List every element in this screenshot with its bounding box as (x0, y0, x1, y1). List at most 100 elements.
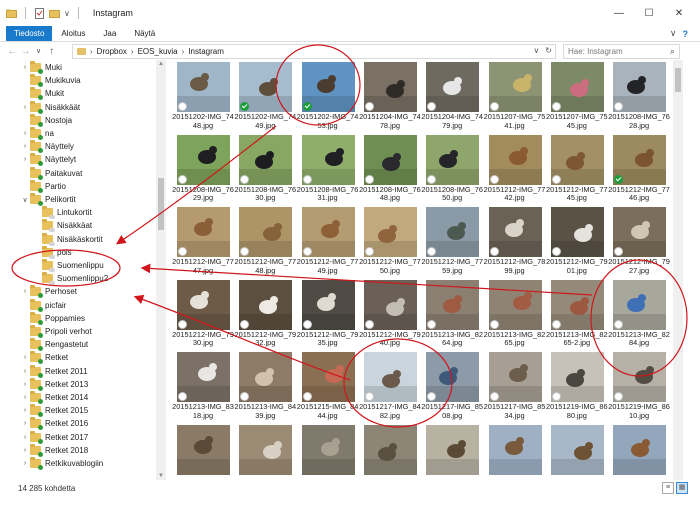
file-tile[interactable] (421, 423, 483, 481)
file-tile[interactable]: 20151212-IMG_77 48.jpg (234, 205, 296, 277)
chevron-right-icon[interactable]: › (20, 407, 30, 414)
file-tile[interactable]: 20151213-IMG_82 65-2.jpg (546, 278, 608, 350)
chevron-right-icon[interactable]: › (20, 143, 30, 150)
nav-item[interactable]: Lintukortit (32, 206, 92, 220)
back-button[interactable]: ← (6, 44, 19, 58)
nav-item[interactable]: › Retket 2013 (20, 377, 88, 391)
file-tile[interactable]: 20151212-IMG_77 47.jpg (172, 205, 234, 277)
file-tile[interactable]: 20151219-IMG_86 80.jpg (546, 350, 608, 422)
nav-item[interactable]: Nisäkkäat (32, 219, 92, 233)
nav-item[interactable]: Suomenlippu (32, 259, 104, 272)
nav-item[interactable]: › Retkikuvablogiin (20, 457, 103, 470)
chevron-right-icon[interactable]: › (20, 447, 30, 454)
chevron-right-icon[interactable]: › (20, 156, 30, 163)
chevron-right-icon[interactable]: › (20, 381, 30, 388)
chevron-right-icon[interactable]: › (20, 64, 30, 71)
breadcrumb-eos-kuvia[interactable]: EOS_kuvia (138, 47, 178, 56)
nav-item[interactable]: Rengastetut (20, 338, 88, 352)
refresh-icon[interactable]: ↻ (545, 46, 552, 55)
search-input[interactable]: Hae: Instagram ⌕ (563, 44, 680, 59)
breadcrumb-instagram[interactable]: Instagram (188, 47, 224, 56)
chevron-right-icon[interactable]: › (20, 434, 30, 441)
forward-button[interactable]: → (19, 44, 32, 58)
nav-item[interactable]: Mukikuvia (20, 74, 81, 88)
file-tile[interactable]: 20151208-IMG_76 50.jpg (421, 133, 483, 205)
search-icon[interactable]: ⌕ (670, 46, 675, 57)
new-folder-icon[interactable] (49, 8, 60, 19)
maximize-button[interactable]: ☐ (634, 0, 664, 26)
file-tile[interactable]: 20151215-IMG_84 44.jpg (297, 350, 359, 422)
file-tile[interactable]: 20151204-IMG_74 78.jpg (359, 60, 421, 132)
navigation-scrollbar[interactable]: ▲ ▼ (156, 60, 166, 480)
nav-item[interactable]: › na (20, 127, 54, 140)
file-tile[interactable]: 20151212-IMG_77 59.jpg (421, 205, 483, 277)
nav-item[interactable]: › Retket 2014 (20, 391, 88, 404)
close-button[interactable]: ✕ (664, 0, 694, 26)
nav-item[interactable]: › Perhoset (20, 285, 77, 299)
file-tile[interactable]: 20151208-IMG_76 29.jpg (172, 133, 234, 205)
nav-item[interactable]: › Retket (20, 351, 68, 365)
nav-item[interactable]: Pripoli verhot (20, 325, 92, 338)
tab-share[interactable]: Jaa (94, 26, 125, 41)
file-tile[interactable] (234, 423, 296, 481)
file-tile[interactable]: 20151217-IMG_84 82.jpg (359, 350, 421, 422)
file-tile[interactable]: 20151217-IMG_85 34.jpg (484, 350, 546, 422)
nav-item[interactable]: › Näyttely (20, 140, 74, 154)
chevron-down-icon[interactable]: ∨ (20, 196, 30, 204)
file-tile[interactable]: 20151213-IMG_82 84.jpg (608, 278, 670, 350)
file-tile[interactable]: 20151219-IMG_86 10.jpg (608, 350, 670, 422)
chevron-right-icon[interactable]: › (20, 394, 30, 401)
file-tile[interactable] (608, 423, 670, 481)
file-tile[interactable]: 20151213-IMG_84 39.jpg (234, 350, 296, 422)
nav-item[interactable]: Nisäkäskortit (32, 232, 103, 246)
file-tile[interactable] (546, 423, 608, 481)
file-tile[interactable]: 20151213-IMG_82 64.jpg (421, 278, 483, 350)
nav-item[interactable]: pois (32, 245, 72, 259)
file-tile[interactable]: 20151202-IMG_74 53.jpg (297, 60, 359, 132)
large-icons-view-icon[interactable]: ▦ (676, 482, 688, 494)
nav-item[interactable]: Poppamies (20, 311, 85, 325)
chevron-right-icon[interactable]: › (20, 288, 30, 295)
nav-item[interactable]: › Retket 2018 (20, 443, 88, 457)
file-tile[interactable]: 20151212-IMG_77 45.jpg (546, 133, 608, 205)
file-tile[interactable]: 20151212-IMG_79 32.jpg (234, 278, 296, 350)
expand-ribbon-icon[interactable]: ∨ (670, 28, 677, 39)
file-tile[interactable]: 20151207-IMG_75 45.jpg (546, 60, 608, 132)
nav-item[interactable]: ∨ Pelikortit (20, 193, 76, 206)
file-tile[interactable]: 20151212-IMG_79 27.jpg (608, 205, 670, 277)
scrollbar-thumb[interactable] (675, 68, 681, 92)
file-tile[interactable]: 20151202-IMG_74 49.jpg (234, 60, 296, 132)
file-tile[interactable] (297, 423, 359, 481)
file-tile[interactable]: 20151212-IMG_79 40.jpg (359, 278, 421, 350)
address-bar[interactable]: › Dropbox › EOS_kuvia › Instagram ∨ ↻ (72, 44, 556, 59)
nav-item[interactable]: › Näyttelyt (20, 153, 76, 167)
scroll-up-icon[interactable]: ▲ (156, 61, 166, 67)
file-tile[interactable]: 20151213-IMG_83 18.jpg (172, 350, 234, 422)
chevron-right-icon[interactable]: › (20, 130, 30, 137)
file-tile[interactable]: 20151212-IMG_77 50.jpg (359, 205, 421, 277)
address-dropdown-icon[interactable]: ∨ (533, 46, 539, 55)
nav-item[interactable]: Partio (20, 179, 66, 193)
up-button[interactable]: ↑ (45, 44, 58, 58)
file-tile[interactable]: 20151208-IMG_76 28.jpg (608, 60, 670, 132)
nav-item[interactable]: › Retket 2015 (20, 404, 88, 418)
file-tile[interactable]: 20151208-IMG_76 31.jpg (297, 133, 359, 205)
chevron-right-icon[interactable]: › (20, 420, 30, 427)
tab-file[interactable]: Tiedosto (6, 26, 53, 41)
chevron-right-icon[interactable]: › (20, 104, 30, 111)
file-tile[interactable]: 20151212-IMG_79 01.jpg (546, 205, 608, 277)
minimize-button[interactable]: — (604, 0, 634, 26)
nav-item[interactable]: Suomenlippu2 (32, 272, 108, 286)
nav-item[interactable]: › Nisäkkäät (20, 100, 80, 114)
tab-view[interactable]: Näytä (125, 26, 164, 41)
file-tile[interactable]: 20151212-IMG_77 42.jpg (484, 133, 546, 205)
content-scrollbar[interactable] (673, 60, 683, 480)
file-tile[interactable]: 20151204-IMG_74 79.jpg (421, 60, 483, 132)
scroll-down-icon[interactable]: ▼ (156, 473, 166, 479)
chevron-right-icon[interactable]: › (20, 354, 30, 361)
nav-item[interactable]: › Retket 2017 (20, 430, 88, 444)
nav-item[interactable]: Nostoja (20, 113, 72, 127)
file-tile[interactable]: 20151207-IMG_75 41.jpg (484, 60, 546, 132)
nav-item[interactable]: picfair (20, 298, 66, 312)
file-tile[interactable]: 20151212-IMG_78 99.jpg (484, 205, 546, 277)
